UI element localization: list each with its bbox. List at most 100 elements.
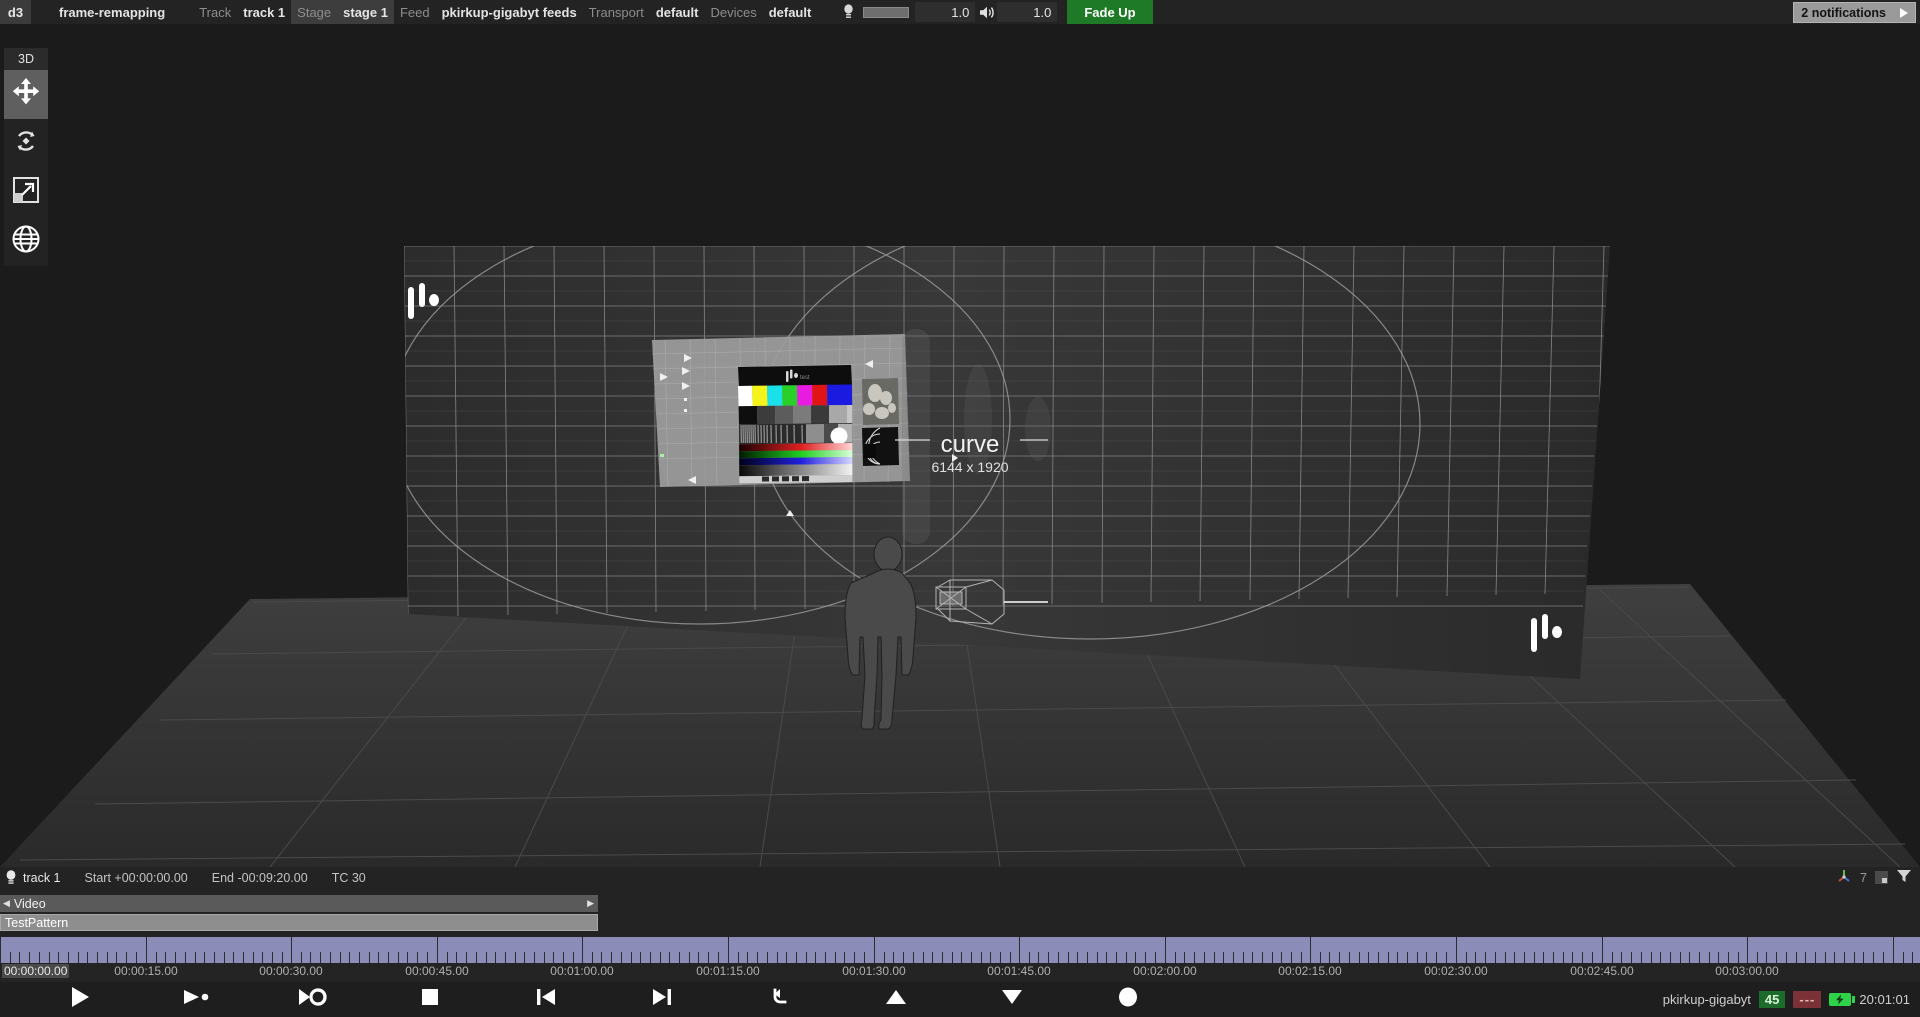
next-cue-button[interactable] — [634, 982, 690, 1017]
transport-value[interactable]: default — [650, 5, 705, 20]
end-field[interactable]: End -00:09:20.00 — [212, 871, 308, 885]
notifications-badge[interactable]: 2 notifications — [1793, 2, 1916, 23]
ruler-major-tick — [874, 937, 875, 963]
undo-button[interactable] — [752, 982, 808, 1017]
ruler-major-tick — [728, 937, 729, 963]
ruler-minor-tick — [1397, 952, 1398, 963]
ruler-time-label: 00:00:45.00 — [405, 964, 468, 978]
ruler-minor-tick — [981, 952, 982, 963]
3d-viewport[interactable]: test — [0, 24, 1920, 867]
cue-down-button[interactable] — [984, 982, 1040, 1017]
topbar-group-devices[interactable]: Devices default — [704, 0, 817, 24]
ruler-minor-tick — [1368, 952, 1369, 963]
end-label: End — [212, 871, 234, 885]
ruler-minor-tick — [58, 952, 59, 963]
move-tool-button[interactable] — [4, 70, 48, 119]
ruler-minor-tick — [1612, 952, 1613, 963]
play-button[interactable] — [52, 982, 108, 1017]
ruler-minor-tick — [932, 952, 933, 963]
ruler-minor-tick — [447, 952, 448, 963]
layer-swatch[interactable] — [1875, 871, 1888, 884]
track-value[interactable]: track 1 — [237, 5, 291, 20]
previous-cue-button[interactable] — [518, 982, 574, 1017]
ruler-minor-tick — [777, 952, 778, 963]
transport-label: Transport — [583, 5, 650, 20]
status-bar: pkirkup-gigabyt 45 --- 20:01:01 — [1663, 982, 1910, 1017]
ruler-minor-tick — [476, 952, 477, 963]
axis-gizmo-icon[interactable] — [1836, 868, 1852, 887]
chevron-left-icon[interactable]: ◀ — [3, 898, 10, 909]
topbar-group-track[interactable]: Track track 1 — [193, 0, 291, 24]
cue-up-button[interactable] — [868, 982, 924, 1017]
ruler-minor-tick — [1766, 952, 1767, 963]
track-name[interactable]: track 1 — [23, 871, 61, 885]
ruler-minor-tick — [282, 952, 283, 963]
ruler-minor-tick — [1796, 952, 1797, 963]
ruler-minor-tick — [923, 952, 924, 963]
feed-label: Feed — [394, 5, 436, 20]
tool-mode-label[interactable]: 3D — [4, 48, 48, 70]
bulb-icon[interactable] — [2, 870, 20, 885]
ruler-time-label: 00:00:30.00 — [259, 964, 322, 978]
devices-value[interactable]: default — [763, 5, 818, 20]
skip-back-icon — [534, 986, 558, 1013]
triangle-down-icon — [1000, 987, 1024, 1012]
d3-logo[interactable]: d3 — [0, 0, 31, 24]
ruler-minor-tick — [524, 952, 525, 963]
play-to-cue-button[interactable] — [168, 982, 224, 1017]
ruler-minor-tick — [815, 952, 816, 963]
tc-value[interactable]: 30 — [352, 871, 366, 885]
ruler-time-label: 00:03:00.00 — [1715, 964, 1778, 978]
brightness-value[interactable]: 1.0 — [915, 2, 975, 22]
ruler-time-label: 00:00:15.00 — [114, 964, 177, 978]
funnel-icon[interactable] — [1896, 869, 1912, 886]
timeline-ruler[interactable]: 00:00:00.0000:00:15.0000:00:30.0000:00:4… — [0, 937, 1920, 982]
stop-button[interactable] — [402, 982, 458, 1017]
ruler-minor-tick — [1291, 952, 1292, 963]
ruler-minor-tick — [864, 952, 865, 963]
loop-button[interactable] — [284, 982, 340, 1017]
ruler-minor-tick — [156, 952, 157, 963]
ruler-minor-tick — [1534, 952, 1535, 963]
record-button[interactable] — [1100, 982, 1156, 1017]
d3-application-window: d3 frame-remapping Track track 1 Stage s… — [0, 0, 1920, 1017]
project-name[interactable]: frame-remapping — [53, 5, 171, 20]
brightness-slider[interactable] — [863, 7, 909, 18]
layer-group-video[interactable]: ◀ Video ▶ — [0, 895, 598, 912]
ruler-minor-tick — [913, 952, 914, 963]
ruler-minor-tick — [1058, 952, 1059, 963]
volume-value[interactable]: 1.0 — [997, 2, 1057, 22]
ruler-minor-tick — [417, 952, 418, 963]
ruler-minor-tick — [1485, 952, 1486, 963]
topbar-group-stage[interactable]: Stage stage 1 — [291, 0, 394, 24]
stage-value[interactable]: stage 1 — [337, 5, 394, 20]
ruler-minor-tick — [466, 952, 467, 963]
topbar-group-feed[interactable]: Feed pkirkup-gigabyt feeds — [394, 0, 583, 24]
ruler-minor-tick — [107, 952, 108, 963]
ruler-minor-tick — [854, 952, 855, 963]
scale-tool-button[interactable] — [4, 168, 48, 217]
ruler-minor-tick — [631, 952, 632, 963]
feed-value[interactable]: pkirkup-gigabyt feeds — [436, 5, 583, 20]
ruler-minor-tick — [738, 952, 739, 963]
ruler-minor-tick — [1680, 952, 1681, 963]
chevron-right-icon[interactable]: ▶ — [587, 898, 594, 909]
ruler-major-tick — [1310, 937, 1311, 963]
ruler-minor-tick — [1329, 952, 1330, 963]
ruler-minor-tick — [1514, 952, 1515, 963]
layer-count[interactable]: 7 — [1860, 871, 1867, 885]
topbar-group-transport[interactable]: Transport default — [583, 0, 705, 24]
start-field[interactable]: Start +00:00:00.00 — [85, 871, 188, 885]
ruler-minor-tick — [1436, 952, 1437, 963]
rotate-tool-button[interactable] — [4, 119, 48, 168]
fade-up-button[interactable]: Fade Up — [1067, 0, 1152, 24]
timeline-clip-testpattern[interactable]: TestPattern — [0, 914, 598, 931]
timecode-field[interactable]: TC 30 — [332, 871, 366, 885]
globe-tool-button[interactable] — [4, 217, 48, 266]
start-value[interactable]: +00:00:00.00 — [114, 871, 187, 885]
ruler-minor-tick — [592, 952, 593, 963]
ruler-minor-tick — [1029, 952, 1030, 963]
ruler-minor-tick — [1048, 952, 1049, 963]
end-value[interactable]: -00:09:20.00 — [237, 871, 307, 885]
ruler-major-tick — [1893, 937, 1894, 963]
